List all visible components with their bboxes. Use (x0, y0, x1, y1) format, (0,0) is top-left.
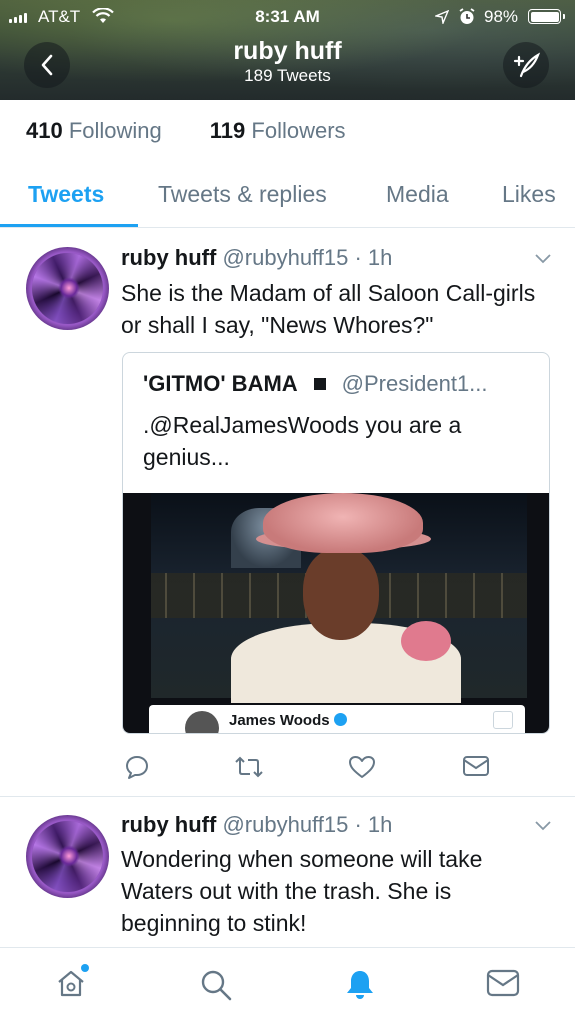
quoted-author-handle: @President1... (341, 371, 488, 396)
tweet-text: Wondering when someone will take Waters … (121, 846, 483, 936)
quoted-tweet[interactable]: 'GITMO' BAMA @President1... .@RealJamesWo… (122, 352, 550, 734)
reply-icon[interactable] (124, 754, 150, 780)
battery-percent: 98% (484, 7, 519, 26)
active-tab-indicator (0, 224, 138, 227)
new-content-dot (81, 964, 89, 972)
embedded-avatar (185, 711, 219, 733)
quoted-author-name: 'GITMO' BAMA (143, 371, 298, 396)
embedded-author-name: James Woods (229, 712, 347, 729)
tweet-author-name[interactable]: ruby huff (121, 245, 216, 270)
alarm-clock-icon (458, 8, 476, 30)
news-photo (151, 493, 527, 703)
header-title: ruby huff (233, 37, 342, 65)
tweet-item[interactable]: ruby huff @rubyhuff15 · 1h Wondering whe… (0, 797, 575, 947)
compose-tweet-button[interactable] (503, 42, 549, 88)
tweet-header: ruby huff @rubyhuff15 · 1h (121, 812, 392, 838)
quoted-tweet-text: .@RealJamesWoods you are a genius... (143, 412, 462, 470)
tweet-handle-time: @rubyhuff15 · 1h (222, 245, 393, 270)
tweet-actions (0, 754, 575, 788)
search-icon[interactable] (199, 968, 233, 1002)
tab-tweets-and-replies[interactable]: Tweets & replies (158, 181, 327, 208)
home-icon[interactable] (55, 968, 87, 1000)
quoted-tweet-image[interactable]: James Woods (123, 493, 549, 733)
retweet-icon[interactable] (234, 754, 264, 780)
tweet-author-name[interactable]: ruby huff (121, 812, 216, 837)
tweet-handle-time: @rubyhuff15 · 1h (222, 812, 393, 837)
notifications-bell-icon[interactable] (343, 968, 377, 1002)
tab-media[interactable]: Media (386, 181, 449, 208)
chevron-down-icon[interactable] (534, 820, 552, 832)
tweet-text: She is the Madam of all Saloon Call-girl… (121, 280, 536, 338)
followers-label: Followers (251, 118, 346, 143)
avatar[interactable] (26, 247, 109, 330)
followers-count: 119 (209, 118, 246, 143)
profile-header: AT&T 8:31 AM 98% ruby huff 189 Tweets (0, 0, 575, 100)
embedded-tweet-card: James Woods (149, 705, 525, 733)
embedded-chevron-icon (493, 711, 513, 729)
following-count: 410 (26, 118, 63, 143)
quoted-tweet-header: 'GITMO' BAMA @President1... (143, 371, 488, 397)
follow-stats: 410 Following 119 Followers (26, 118, 346, 144)
status-bar: AT&T 8:31 AM 98% (0, 6, 575, 28)
tweet-header: ruby huff @rubyhuff15 · 1h (121, 245, 392, 271)
bottom-tab-bar (0, 947, 575, 1024)
location-arrow-icon (433, 9, 450, 29)
black-square-icon (313, 378, 326, 391)
direct-message-icon[interactable] (462, 754, 490, 778)
battery-icon (528, 9, 565, 24)
tab-tweets[interactable]: Tweets (28, 181, 104, 208)
verified-badge-icon (333, 713, 347, 726)
like-heart-icon[interactable] (348, 754, 376, 780)
chevron-down-icon[interactable] (534, 253, 552, 265)
messages-envelope-icon[interactable] (486, 968, 520, 998)
tab-likes[interactable]: Likes (502, 181, 556, 208)
profile-tabs: Tweets Tweets & replies Media Likes (0, 165, 575, 228)
avatar[interactable] (26, 815, 109, 898)
tweet-item[interactable]: ruby huff @rubyhuff15 · 1h She is the Ma… (0, 229, 575, 797)
header-tweet-count: 189 Tweets (244, 66, 331, 85)
followers-stat[interactable]: 119 Followers (210, 118, 346, 144)
following-label: Following (68, 118, 162, 143)
following-stat[interactable]: 410 Following (26, 118, 162, 144)
compose-feather-icon (513, 52, 541, 78)
